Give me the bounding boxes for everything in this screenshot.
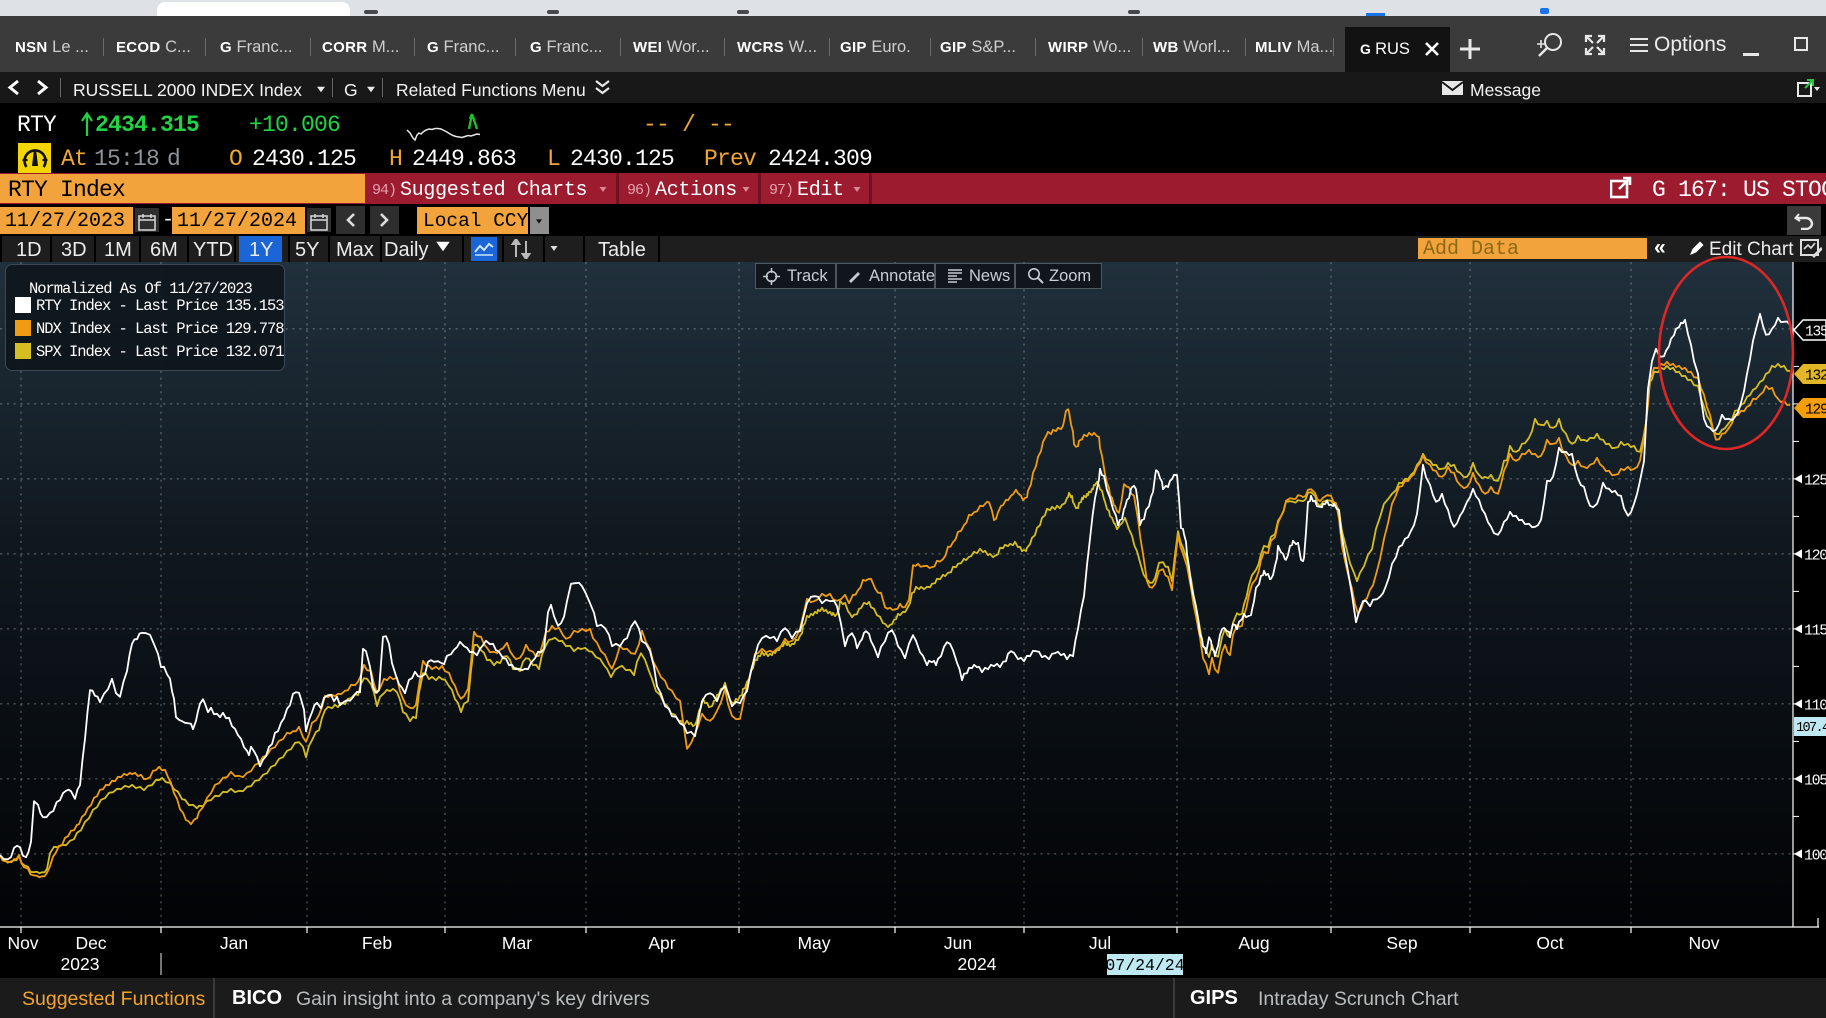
svg-text:Sep: Sep [1386, 933, 1417, 953]
svg-text:Jul: Jul [1089, 933, 1111, 953]
svg-text:2024: 2024 [958, 954, 997, 974]
svg-text:Jun: Jun [944, 933, 972, 953]
svg-text:Nov: Nov [7, 933, 38, 953]
svg-text:107.48: 107.48 [1796, 721, 1826, 736]
svg-text:100: 100 [1804, 847, 1826, 864]
svg-text:110: 110 [1804, 697, 1826, 714]
svg-text:Mar: Mar [502, 933, 532, 953]
svg-text:2023: 2023 [61, 954, 100, 974]
svg-text:Nov: Nov [1688, 933, 1719, 953]
svg-text:May: May [797, 933, 830, 953]
svg-text:105: 105 [1804, 772, 1826, 789]
svg-text:Feb: Feb [362, 933, 392, 953]
svg-text:115: 115 [1804, 622, 1826, 639]
svg-text:Aug: Aug [1238, 933, 1269, 953]
svg-text:07/24/24: 07/24/24 [1105, 956, 1184, 975]
svg-text:Jan: Jan [220, 933, 248, 953]
svg-text:Dec: Dec [75, 933, 106, 953]
svg-text:Apr: Apr [648, 933, 675, 953]
svg-text:Oct: Oct [1536, 933, 1563, 953]
svg-text:120: 120 [1804, 547, 1826, 564]
svg-text:125: 125 [1804, 472, 1826, 489]
